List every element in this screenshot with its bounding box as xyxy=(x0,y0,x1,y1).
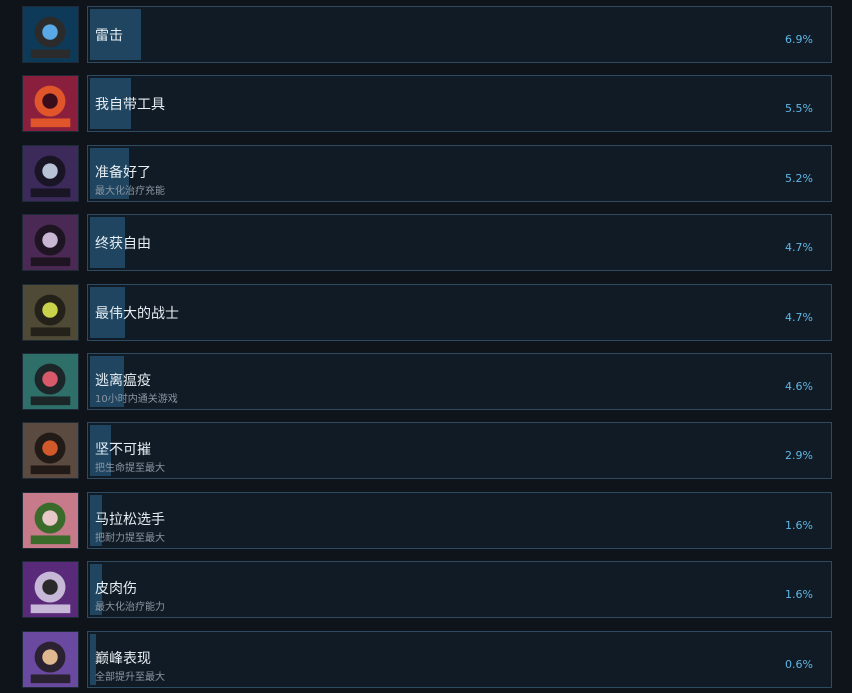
achievement-panel: 最伟大的战士 4.7% xyxy=(87,284,832,341)
demon-lantern-icon xyxy=(22,75,79,132)
unlock-percent: 1.6% xyxy=(785,519,813,532)
unlock-percent: 5.5% xyxy=(785,102,813,115)
achievement-row: 马拉松选手把耐力提至最大 1.6% xyxy=(0,492,852,552)
unlock-percent: 6.9% xyxy=(785,33,813,46)
unlock-percent: 4.7% xyxy=(785,311,813,324)
achievement-row: 逃离瘟疫 10小时内通关游戏 4.6% xyxy=(0,353,852,413)
lightning-orb-icon xyxy=(22,6,79,63)
achievement-list: 雷击 6.9% 我自带工具 5.5% 准备好了 最大化治疗充能 5.2% 终获自由 4.7% 最伟… xyxy=(0,0,852,693)
achievement-title: 雷击 xyxy=(95,28,123,44)
stone-face-icon xyxy=(22,422,79,479)
achievement-title: 坚不可摧 xyxy=(95,442,151,458)
crystal-spike-icon xyxy=(22,145,79,202)
achievement-title: 准备好了 xyxy=(95,165,151,181)
achievement-panel: 皮肉伤最大化治疗能力 1.6% xyxy=(87,561,832,618)
achievement-title: 最伟大的战士 xyxy=(95,306,179,322)
achievement-panel: 我自带工具 5.5% xyxy=(87,75,832,132)
achievement-panel: 坚不可摧把生命提至最大 2.9% xyxy=(87,422,832,479)
unlock-percent: 2.9% xyxy=(785,449,813,462)
achievement-description: 把耐力提至最大 xyxy=(95,533,165,544)
achievement-row: 巅峰表现全部提升至最大 0.6% xyxy=(0,631,852,691)
hooded-figure-icon xyxy=(22,561,79,618)
chained-prisoner-icon xyxy=(22,214,79,271)
unlock-percent: 4.6% xyxy=(785,380,813,393)
achievement-panel: 马拉松选手把耐力提至最大 1.6% xyxy=(87,492,832,549)
hero-portrait-icon xyxy=(22,631,79,688)
achievement-row: 准备好了最大化治疗充能 5.2% xyxy=(0,145,852,205)
plague-face-icon xyxy=(22,353,79,410)
achievement-description: 全部提升至最大 xyxy=(95,672,165,683)
achievement-panel: 逃离瘟疫 10小时内通关游戏 4.6% xyxy=(87,353,832,410)
achievement-panel: 终获自由 4.7% xyxy=(87,214,832,271)
achievement-title: 我自带工具 xyxy=(95,97,165,113)
stone-warrior-icon xyxy=(22,284,79,341)
mouse-runner-icon xyxy=(22,492,79,549)
unlock-percent: 4.7% xyxy=(785,241,813,254)
unlock-percent: 5.2% xyxy=(785,172,813,185)
achievement-description: 最大化治疗能力 xyxy=(95,602,165,613)
achievement-title: 巅峰表现 xyxy=(95,651,151,667)
achievement-row: 皮肉伤最大化治疗能力 1.6% xyxy=(0,561,852,621)
achievement-title: 皮肉伤 xyxy=(95,581,137,597)
achievement-panel: 巅峰表现全部提升至最大 0.6% xyxy=(87,631,832,688)
achievement-row: 我自带工具 5.5% xyxy=(0,75,852,135)
unlock-percent: 1.6% xyxy=(785,588,813,601)
achievement-panel: 准备好了最大化治疗充能 5.2% xyxy=(87,145,832,202)
achievement-title: 终获自由 xyxy=(95,236,151,252)
achievement-description: 最大化治疗充能 xyxy=(95,186,165,197)
achievement-row: 雷击 6.9% xyxy=(0,6,852,66)
achievement-panel: 雷击 6.9% xyxy=(87,6,832,63)
achievement-description: 把生命提至最大 xyxy=(95,463,165,474)
achievement-row: 最伟大的战士 4.7% xyxy=(0,284,852,344)
achievement-row: 终获自由 4.7% xyxy=(0,214,852,274)
achievement-title: 逃离瘟疫 xyxy=(95,373,151,389)
unlock-percent: 0.6% xyxy=(785,658,813,671)
achievement-title: 马拉松选手 xyxy=(95,512,165,528)
achievement-row: 坚不可摧把生命提至最大 2.9% xyxy=(0,422,852,482)
achievement-description: 10小时内通关游戏 xyxy=(95,394,178,405)
